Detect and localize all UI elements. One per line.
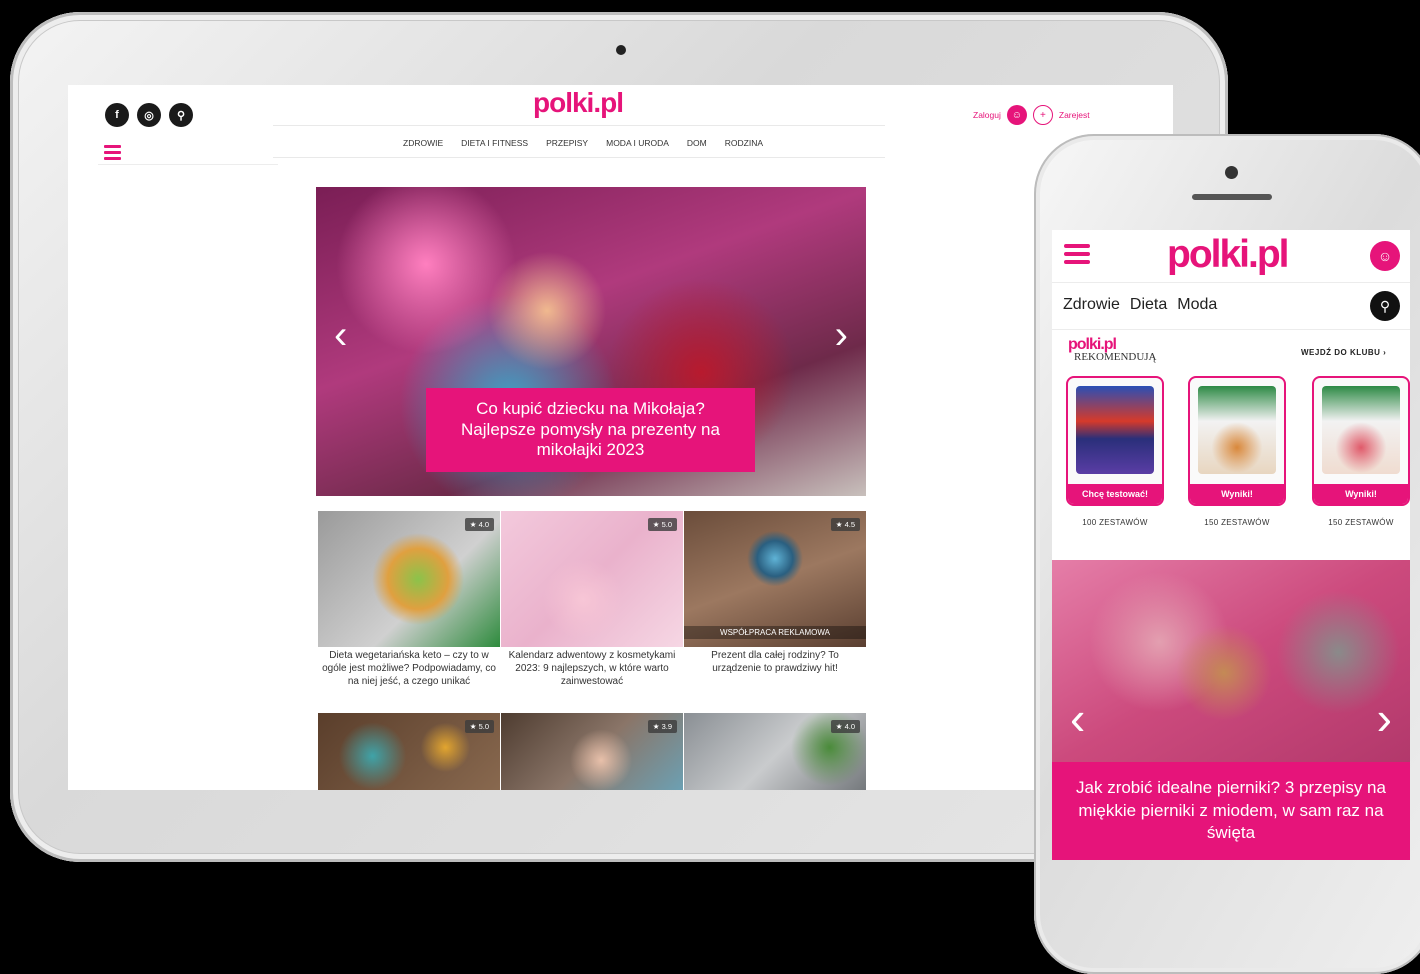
mobile-nav: Zdrowie Dieta Moda — [1063, 296, 1217, 314]
site-logo[interactable]: polki.pl — [1167, 233, 1289, 277]
rating-badge: ★ 4.0 — [464, 518, 494, 531]
article-thumbnail[interactable]: ★ 4.5 WSPÓŁPRACA REKLAMOWA — [684, 511, 866, 647]
article-title[interactable]: Dieta wegetariańska keto – czy to w ogól… — [318, 647, 500, 691]
sponsored-label: WSPÓŁPRACA REKLAMOWA — [684, 626, 866, 639]
nav-item-dieta[interactable]: Dieta — [1130, 296, 1167, 314]
article-card[interactable]: ★ 3.9 — [501, 713, 683, 790]
nav-item-zdrowie[interactable]: Zdrowie — [1063, 296, 1120, 314]
club-link[interactable]: WEJDŹ DO KLUBU › — [1301, 348, 1386, 357]
user-icon[interactable]: ☺ — [1370, 241, 1400, 271]
results-button[interactable]: Wyniki! — [1314, 484, 1408, 504]
account-area: Zaloguj ☺ + Zarejest — [973, 105, 1090, 125]
product-image — [1076, 386, 1154, 474]
site-logo[interactable]: polki.pl — [533, 87, 624, 119]
chevron-left-icon[interactable]: ‹ — [1070, 695, 1085, 741]
menu-icon[interactable] — [1064, 244, 1090, 268]
instagram-icon[interactable]: ◎ — [137, 103, 161, 127]
article-card[interactable]: ★ 5.0 — [318, 713, 500, 790]
nav-item-moda[interactable]: Moda — [1177, 296, 1217, 314]
user-icon[interactable]: ☺ — [1006, 105, 1027, 125]
product-card[interactable]: Wyniki! 150 ZESTAWÓW — [1312, 376, 1410, 527]
article-thumbnail[interactable]: ★ 5.0 — [318, 713, 500, 790]
phone-device: polki.pl ☺ Zdrowie Dieta Moda ⚲ polki.pl… — [1034, 134, 1420, 974]
phone-speaker — [1192, 194, 1272, 200]
article-card[interactable]: ★ 4.5 WSPÓŁPRACA REKLAMOWA Prezent dla c… — [684, 511, 866, 677]
product-card[interactable]: Chcę testować! 100 ZESTAWÓW — [1066, 376, 1164, 527]
article-thumbnail[interactable]: ★ 4.0 — [684, 713, 866, 790]
search-icon[interactable]: ⚲ — [1370, 291, 1400, 321]
product-box[interactable]: Wyniki! — [1312, 376, 1410, 506]
nav-item-moda[interactable]: MODA I URODA — [606, 138, 669, 148]
rating-badge: ★ 4.0 — [830, 720, 860, 733]
product-image — [1198, 386, 1276, 474]
phone-camera — [1225, 166, 1238, 179]
article-card[interactable]: ★ 5.0 Kalendarz adwentowy z kosmetykami … — [501, 511, 683, 691]
article-thumbnail[interactable]: ★ 4.0 — [318, 511, 500, 647]
menu-icon[interactable] — [104, 145, 121, 163]
facebook-icon[interactable]: f — [105, 103, 129, 127]
tablet-camera — [616, 45, 626, 55]
tablet-screen: f ◎ ⚲ polki.pl ZDROWIE DIETA I FITNESS P… — [68, 85, 1173, 790]
nav-item-zdrowie[interactable]: ZDROWIE — [403, 138, 443, 148]
rating-badge: ★ 5.0 — [647, 518, 677, 531]
chevron-right-icon[interactable]: › — [835, 315, 848, 355]
product-card[interactable]: Wyniki! 150 ZESTAWÓW — [1188, 376, 1286, 527]
test-button[interactable]: Chcę testować! — [1068, 484, 1162, 504]
site-header: f ◎ ⚲ polki.pl ZDROWIE DIETA I FITNESS P… — [68, 85, 1173, 170]
product-count: 100 ZESTAWÓW — [1082, 518, 1148, 527]
chevron-right-icon[interactable]: › — [1377, 695, 1392, 741]
article-card[interactable]: ★ 4.0 — [684, 713, 866, 790]
rating-badge: ★ 4.5 — [830, 518, 860, 531]
divider — [1052, 329, 1410, 330]
article-card[interactable]: ★ 4.0 Dieta wegetariańska keto – czy to … — [318, 511, 500, 691]
login-link[interactable]: Zaloguj — [973, 110, 1001, 120]
nav-item-dom[interactable]: DOM — [687, 138, 707, 148]
social-links: f ◎ ⚲ — [105, 103, 193, 127]
hero-caption[interactable]: Jak zrobić idealne pierniki? 3 przepisy … — [1052, 762, 1410, 860]
product-box[interactable]: Wyniki! — [1188, 376, 1286, 506]
register-link[interactable]: Zarejest — [1059, 110, 1090, 120]
divider — [1052, 282, 1410, 283]
article-title[interactable]: Prezent dla całej rodziny? To urządzenie… — [684, 647, 866, 677]
article-title[interactable]: Kalendarz adwentowy z kosmetykami 2023: … — [501, 647, 683, 691]
nav-item-rodzina[interactable]: RODZINA — [725, 138, 763, 148]
plus-icon[interactable]: + — [1032, 105, 1053, 125]
divider — [273, 125, 885, 126]
main-nav: ZDROWIE DIETA I FITNESS PRZEPISY MODA I … — [403, 138, 763, 148]
hero-slider[interactable]: ‹ › Co kupić dziecku na Mikołaja? Najlep… — [316, 187, 866, 496]
search-icon[interactable]: ⚲ — [169, 103, 193, 127]
chevron-left-icon[interactable]: ‹ — [334, 315, 347, 355]
hero-slider[interactable]: ‹ › — [1052, 560, 1410, 765]
product-count: 150 ZESTAWÓW — [1204, 518, 1270, 527]
results-button[interactable]: Wyniki! — [1190, 484, 1284, 504]
product-box[interactable]: Chcę testować! — [1066, 376, 1164, 506]
divider — [98, 164, 278, 165]
product-count: 150 ZESTAWÓW — [1328, 518, 1394, 527]
hero-caption[interactable]: Co kupić dziecku na Mikołaja? Najlepsze … — [426, 388, 755, 472]
divider — [273, 157, 885, 158]
nav-item-przepisy[interactable]: PRZEPISY — [546, 138, 588, 148]
rating-badge: ★ 5.0 — [464, 720, 494, 733]
article-thumbnail[interactable]: ★ 5.0 — [501, 511, 683, 647]
nav-item-dieta[interactable]: DIETA I FITNESS — [461, 138, 528, 148]
article-thumbnail[interactable]: ★ 3.9 — [501, 713, 683, 790]
rating-badge: ★ 3.9 — [647, 720, 677, 733]
phone-screen: polki.pl ☺ Zdrowie Dieta Moda ⚲ polki.pl… — [1052, 230, 1410, 860]
recommend-subtitle: REKOMENDUJĄ — [1074, 351, 1157, 363]
product-image — [1322, 386, 1400, 474]
